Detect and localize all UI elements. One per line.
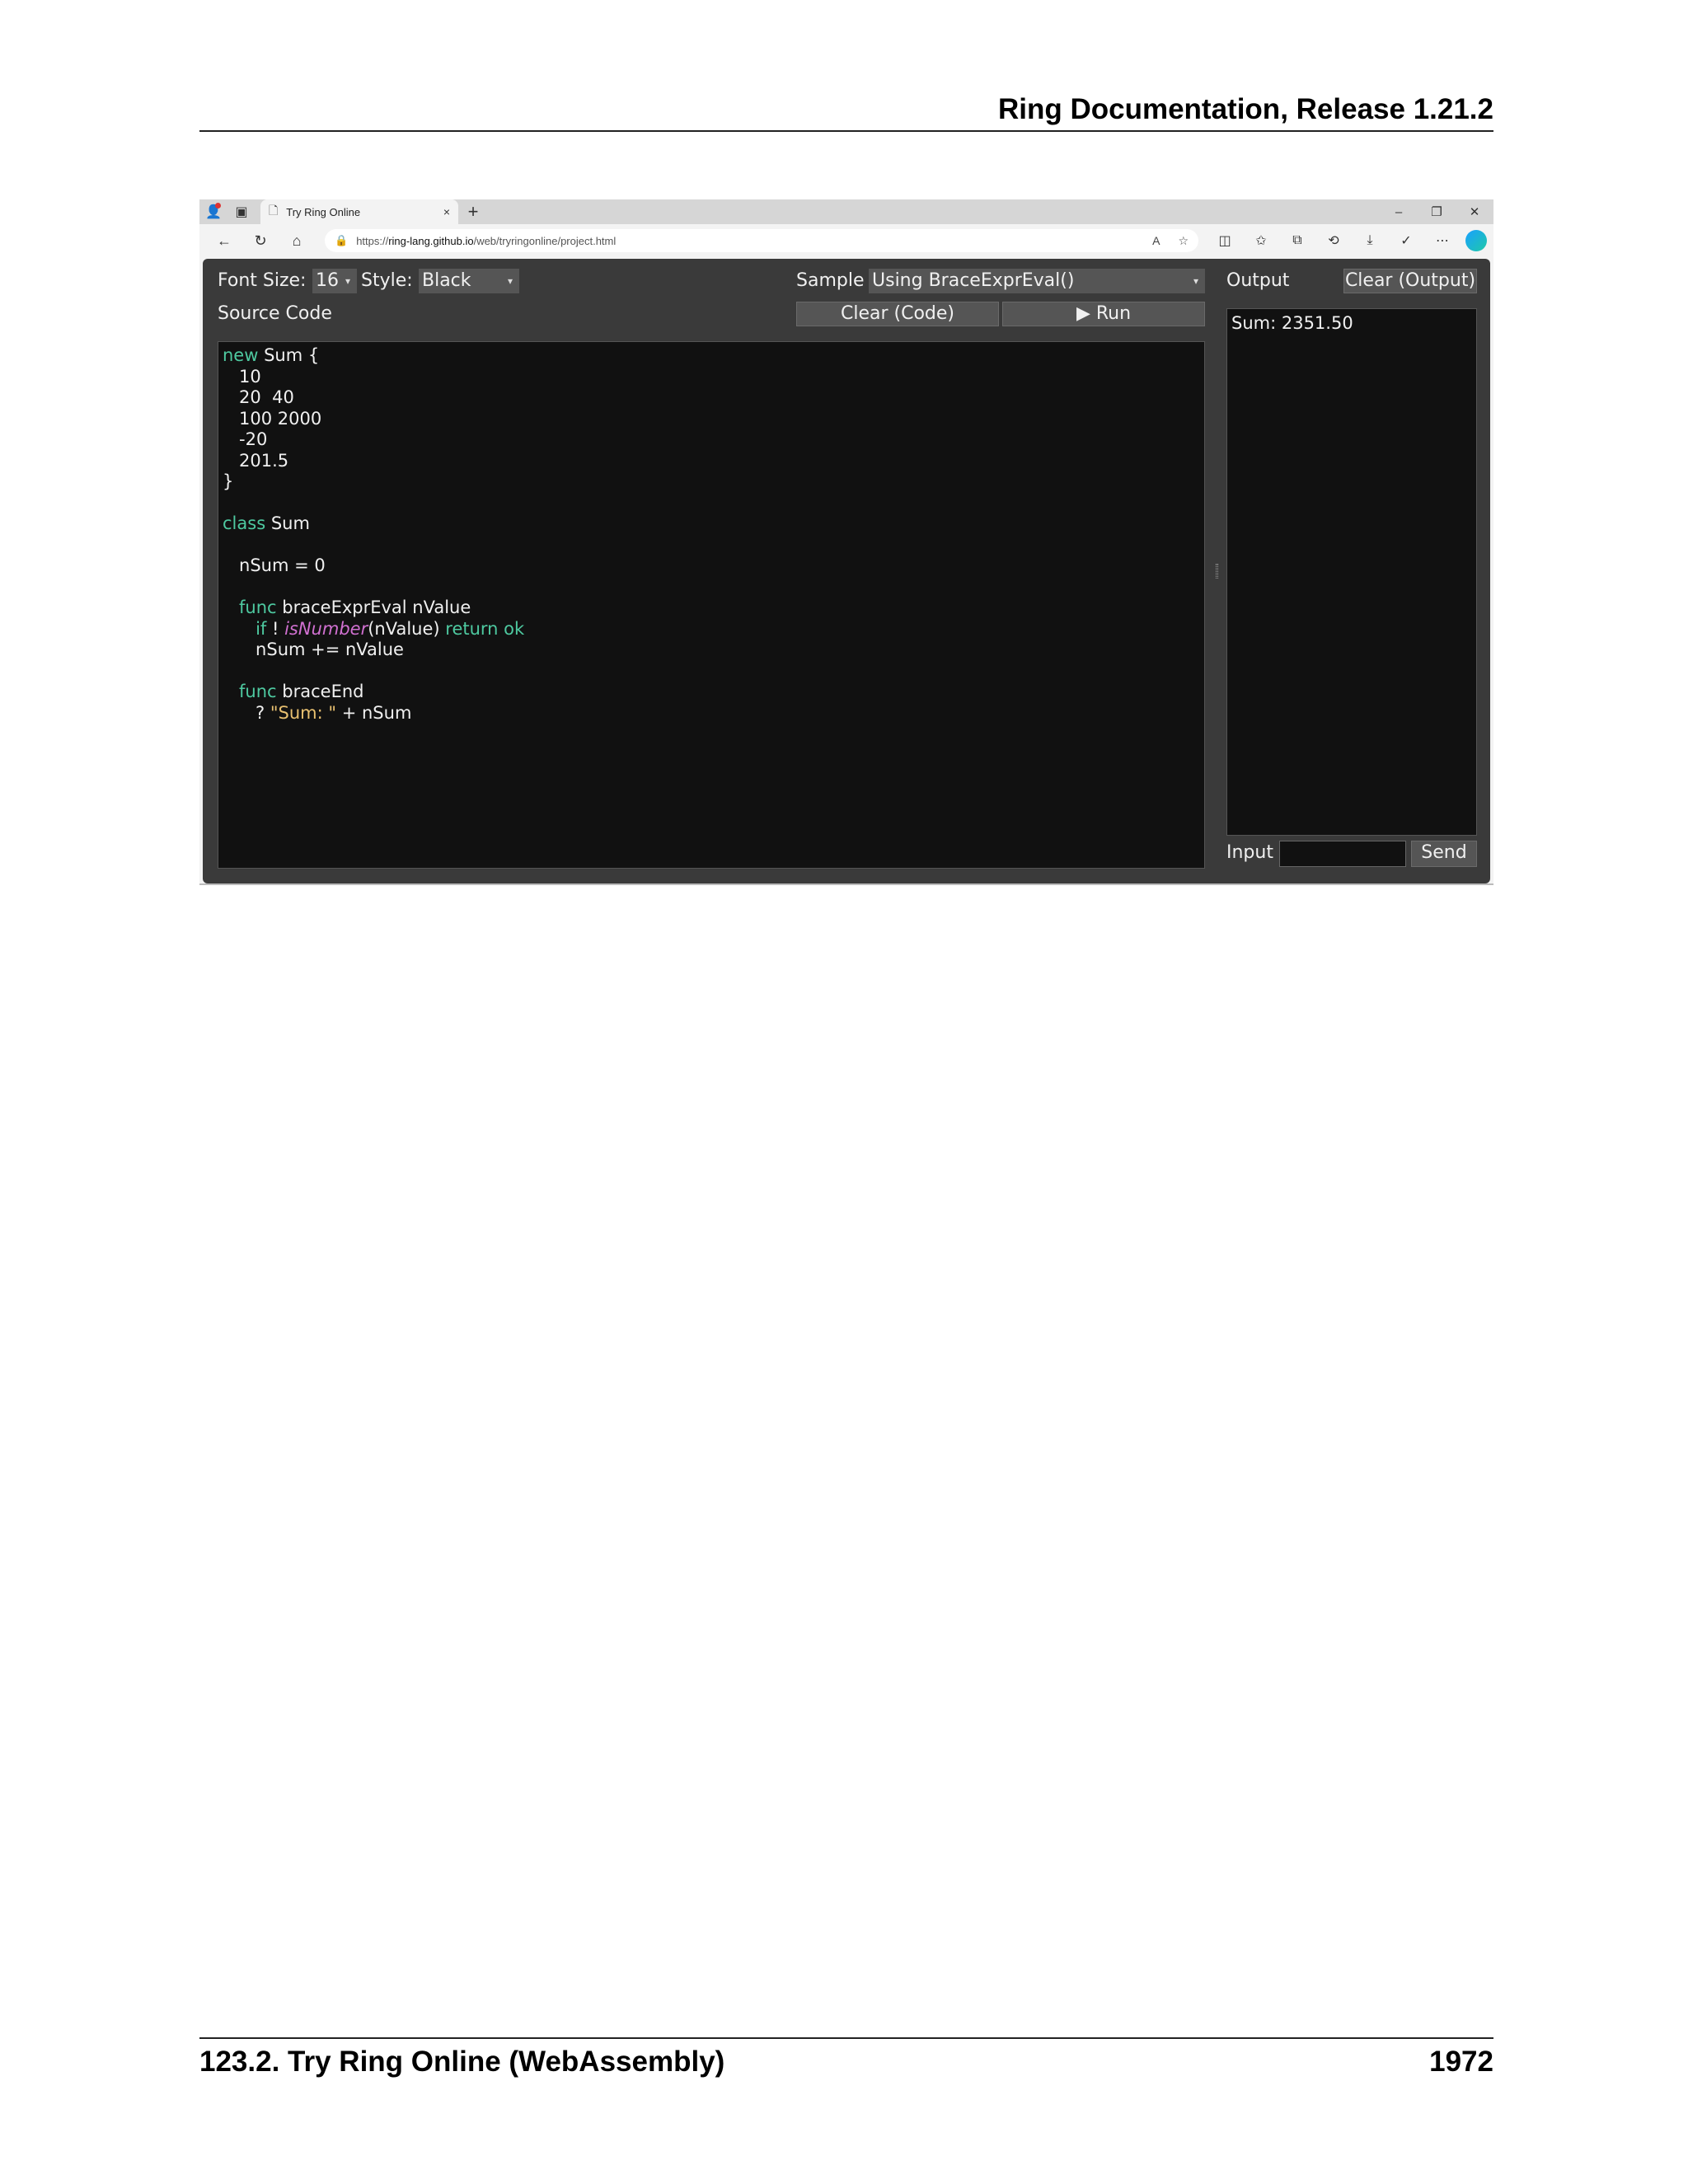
sample-select[interactable]: Using BraceExprEval() ▾: [869, 269, 1205, 293]
favorites-icon[interactable]: ✩: [1243, 227, 1279, 255]
style-select[interactable]: Black ▾: [419, 269, 519, 293]
input-label: Input: [1226, 842, 1273, 863]
browser-titlebar: 👤 ▣ 🗋 Try Ring Online × + – ❐ ✕: [199, 199, 1493, 224]
close-icon[interactable]: ✕: [1456, 199, 1493, 224]
code-line: -20: [223, 429, 268, 449]
style-label: Style:: [361, 270, 413, 291]
document-footer: 123.2. Try Ring Online (WebAssembly) 197…: [199, 2044, 1493, 2080]
chevron-down-icon: ▾: [1193, 275, 1198, 287]
minimize-icon[interactable]: –: [1380, 199, 1418, 224]
browser-addressbar: ← ↻ ⌂ 🔒 https://ring-lang.github.io/web/…: [199, 224, 1493, 257]
run-button[interactable]: ▶ Run: [1002, 302, 1205, 326]
splitter-grip-icon: [1216, 564, 1218, 579]
browser-screenshot: 👤 ▣ 🗋 Try Ring Online × + – ❐ ✕ ← ↻ ⌂ 🔒 …: [199, 199, 1493, 885]
restore-icon[interactable]: ❐: [1418, 199, 1456, 224]
code-line: new Sum {: [223, 345, 320, 365]
url-prefix: https://: [356, 234, 389, 247]
source-code-label: Source Code: [218, 303, 332, 324]
send-button[interactable]: Send: [1411, 841, 1477, 867]
code-line: if ! isNumber(nValue) return ok: [256, 618, 525, 639]
tab-close-icon[interactable]: ×: [443, 205, 450, 218]
clear-code-button[interactable]: Clear (Code): [796, 302, 999, 326]
clear-output-button[interactable]: Clear (Output): [1343, 269, 1477, 293]
split-screen-icon[interactable]: ◫: [1207, 227, 1243, 255]
footer-rule: [199, 2037, 1493, 2039]
font-size-label: Font Size:: [218, 270, 307, 291]
copilot-icon[interactable]: [1465, 230, 1487, 251]
code-line: func braceExprEval nValue: [239, 598, 471, 617]
new-tab-button[interactable]: +: [458, 199, 488, 224]
ring-app: Font Size: 16 ▾ Style: Black ▾ Sample Usin…: [203, 259, 1490, 883]
browser-essentials-icon[interactable]: ✓: [1388, 227, 1424, 255]
browser-toolbar: ◫ ✩ ⧉ ⟲ ⤓ ✓ ⋯: [1207, 227, 1461, 255]
output-panel: Sum: 2351.50: [1226, 308, 1477, 836]
url-bar[interactable]: 🔒 https://ring-lang.github.io/web/tryrin…: [325, 229, 1198, 252]
favorite-icon[interactable]: ☆: [1178, 234, 1189, 248]
tab-actions-icon[interactable]: ▣: [227, 199, 256, 224]
chevron-down-icon: ▾: [507, 275, 513, 287]
page-icon: 🗋: [269, 204, 279, 217]
more-icon[interactable]: ⋯: [1424, 227, 1461, 255]
code-line: }: [223, 471, 234, 491]
downloads-icon[interactable]: ⤓: [1352, 227, 1388, 255]
font-size-select[interactable]: 16 ▾: [312, 269, 357, 293]
output-text: Sum: 2351.50: [1231, 313, 1353, 333]
url-host: ring-lang.github.io: [388, 234, 474, 247]
footer-section: 123.2. Try Ring Online (WebAssembly): [199, 2046, 725, 2078]
code-line: 100 2000: [223, 408, 322, 429]
code-line: func braceEnd: [239, 682, 364, 701]
code-line: nSum += nValue: [223, 640, 404, 659]
footer-page-number: 1972: [1429, 2046, 1493, 2078]
header-rule: [199, 130, 1493, 132]
read-aloud-icon[interactable]: A: [1152, 234, 1160, 248]
code-line: ? "Sum: " + nSum: [223, 702, 412, 723]
code-line: 201.5: [223, 450, 289, 471]
history-icon[interactable]: ⟲: [1315, 227, 1352, 255]
window-controls: – ❐ ✕: [1380, 199, 1493, 224]
tab-title: Try Ring Online: [286, 205, 361, 218]
document-header: Ring Documentation, Release 1.21.2: [997, 93, 1493, 125]
input-field[interactable]: [1279, 841, 1406, 867]
code-line: 20 40: [223, 387, 294, 407]
back-icon[interactable]: ←: [206, 227, 242, 255]
profile-icon[interactable]: 👤: [199, 199, 227, 224]
output-label: Output: [1226, 270, 1290, 291]
home-icon[interactable]: ⌂: [279, 227, 315, 255]
code-editor[interactable]: new Sum { 10 20 40 100 2000 -20 201.5} c…: [218, 341, 1205, 869]
sample-label: Sample: [796, 270, 865, 291]
code-line: 10: [223, 366, 261, 387]
lock-icon: 🔒: [335, 234, 349, 246]
pane-splitter[interactable]: [1212, 259, 1223, 883]
code-line: nSum = 0: [223, 555, 326, 575]
url-path: /web/tryringonline/project.html: [473, 234, 617, 247]
reload-icon[interactable]: ↻: [242, 227, 279, 255]
tab-try-ring-online[interactable]: 🗋 Try Ring Online ×: [260, 199, 458, 224]
chevron-down-icon: ▾: [345, 275, 350, 287]
collections-icon[interactable]: ⧉: [1279, 227, 1315, 255]
code-line: class Sum: [223, 513, 310, 533]
